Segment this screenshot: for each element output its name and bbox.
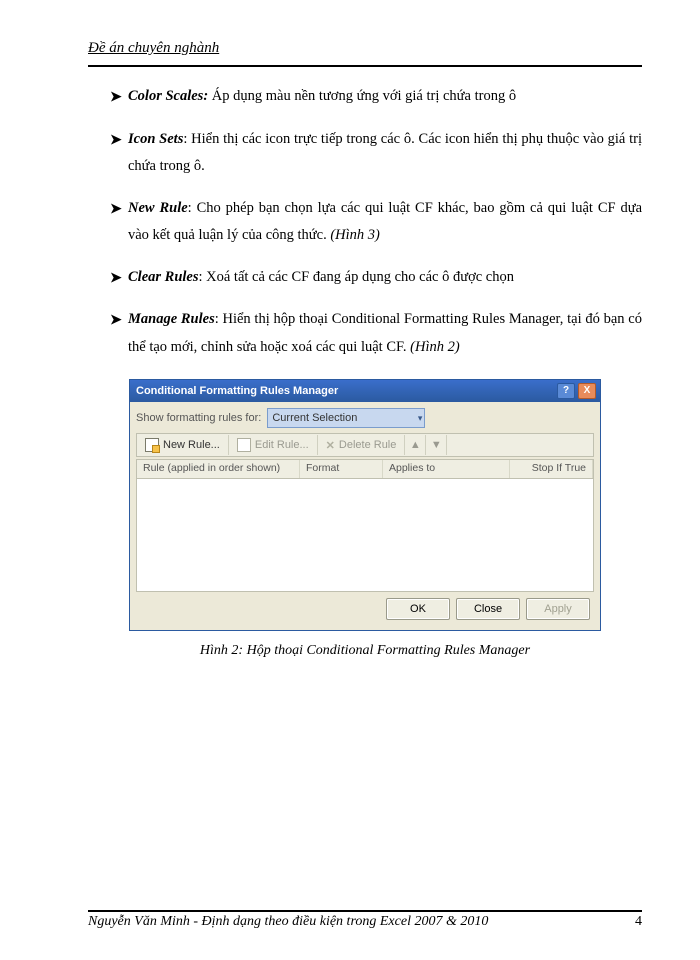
- bullet-arrow-icon: ➤: [110, 264, 128, 293]
- header-stop-if-true: Stop If True: [510, 460, 593, 478]
- bullet-label: Icon Sets: [128, 131, 183, 147]
- bullet-text: : Cho phép bạn chọn lựa các qui luật CF …: [128, 200, 642, 244]
- bullet-label: Manage Rules: [128, 311, 215, 327]
- bullet-label: New Rule: [128, 200, 188, 216]
- header-applies-to: Applies to: [383, 460, 510, 478]
- new-rule-icon: [145, 438, 159, 452]
- bullet-text: Áp dụng màu nền tương ứng với giá trị ch…: [208, 88, 516, 104]
- move-down-button[interactable]: ▼: [426, 435, 447, 455]
- dialog-titlebar[interactable]: Conditional Formatting Rules Manager ? X: [130, 380, 600, 402]
- header-separator: [88, 65, 642, 67]
- show-rules-label: Show formatting rules for:: [136, 412, 261, 424]
- bullet-item: ➤ Color Scales: Áp dụng màu nền tương ứn…: [110, 83, 642, 112]
- chevron-down-icon: ▾: [418, 413, 423, 424]
- arrow-up-icon: ▲: [410, 439, 421, 451]
- bullet-arrow-icon: ➤: [110, 306, 128, 361]
- bullet-item: ➤ Icon Sets: Hiển thị các icon trực tiếp…: [110, 126, 642, 181]
- close-dialog-button[interactable]: Close: [456, 598, 520, 620]
- show-rules-select[interactable]: Current Selection ▾: [267, 408, 425, 428]
- bullet-label: Clear Rules: [128, 269, 199, 285]
- bullet-arrow-icon: ➤: [110, 83, 128, 112]
- rules-list-header: Rule (applied in order shown) Format App…: [136, 459, 594, 479]
- bullet-text: : Hiển thị các icon trực tiếp trong các …: [128, 131, 642, 175]
- move-up-button[interactable]: ▲: [405, 435, 426, 455]
- bullet-arrow-icon: ➤: [110, 195, 128, 250]
- delete-rule-label: Delete Rule: [339, 439, 396, 451]
- bullet-arrow-icon: ➤: [110, 126, 128, 181]
- bullet-text: : Xoá tất cả các CF đang áp dụng cho các…: [199, 269, 514, 285]
- footer-separator: [88, 910, 642, 912]
- close-button[interactable]: X: [578, 383, 596, 399]
- new-rule-label: New Rule...: [163, 439, 220, 451]
- bullet-label: Color Scales:: [128, 88, 208, 104]
- header-rule: Rule (applied in order shown): [137, 460, 300, 478]
- dialog-title-text: Conditional Formatting Rules Manager: [136, 385, 338, 397]
- delete-rule-button[interactable]: ✕ Delete Rule: [318, 435, 406, 455]
- ok-button[interactable]: OK: [386, 598, 450, 620]
- figure-reference: (Hình 3): [330, 227, 380, 243]
- dialog-toolbar: New Rule... Edit Rule... ✕ Delete Rule ▲: [136, 433, 594, 457]
- delete-rule-icon: ✕: [326, 439, 335, 452]
- dialog-conditional-formatting-rules-manager: Conditional Formatting Rules Manager ? X…: [129, 379, 601, 631]
- rules-list[interactable]: [136, 479, 594, 592]
- arrow-down-icon: ▼: [431, 439, 442, 451]
- apply-button[interactable]: Apply: [526, 598, 590, 620]
- help-button[interactable]: ?: [557, 383, 575, 399]
- bullet-item: ➤ Manage Rules: Hiển thị hộp thoại Condi…: [110, 306, 642, 361]
- bullet-item: ➤ New Rule: Cho phép bạn chọn lựa các qu…: [110, 195, 642, 250]
- page-header-title: Đề án chuyên nghành: [88, 40, 642, 57]
- edit-rule-label: Edit Rule...: [255, 439, 309, 451]
- page-number: 4: [635, 914, 642, 930]
- header-format: Format: [300, 460, 383, 478]
- bullet-item: ➤ Clear Rules: Xoá tất cả các CF đang áp…: [110, 264, 642, 293]
- select-value: Current Selection: [272, 412, 357, 424]
- edit-rule-icon: [237, 438, 251, 452]
- figure-reference: (Hình 2): [410, 339, 460, 355]
- figure-caption: Hình 2: Hộp thoại Conditional Formatting…: [88, 643, 642, 659]
- new-rule-button[interactable]: New Rule...: [137, 435, 229, 455]
- footer-text: Nguyễn Văn Minh - Định dạng theo điều ki…: [88, 914, 488, 930]
- edit-rule-button[interactable]: Edit Rule...: [229, 435, 318, 455]
